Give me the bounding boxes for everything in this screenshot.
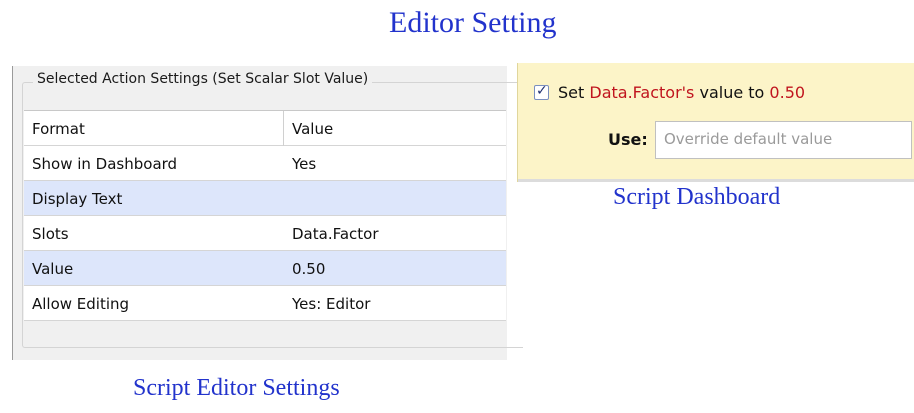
value-to-text: value to xyxy=(699,83,765,102)
table-row-value[interactable]: Value 0.50 xyxy=(24,251,506,286)
set-prefix: Set xyxy=(558,83,585,102)
settings-group-title: Selected Action Settings (Set Scalar Slo… xyxy=(33,71,373,87)
column-header-value[interactable]: Value xyxy=(292,120,333,138)
default-value: 0.50 xyxy=(769,83,806,102)
set-value-checkbox[interactable]: ✓ xyxy=(534,83,549,100)
editor-setting-caption: Editor Setting xyxy=(389,6,557,39)
script-dashboard-panel: ✓ Set Data.Factor's value to 0.50 Use: O… xyxy=(517,63,914,182)
row-value[interactable]: Yes: Editor xyxy=(292,295,370,313)
row-value[interactable]: 0.50 xyxy=(292,260,325,278)
row-format-label: Display Text xyxy=(32,190,123,208)
column-separator xyxy=(283,111,284,146)
table-header-row: Format Value xyxy=(24,111,506,146)
table-row-show-in-dashboard[interactable]: Show in Dashboard Yes xyxy=(24,146,506,181)
table-row-slots[interactable]: Slots Data.Factor xyxy=(24,216,506,251)
column-header-format[interactable]: Format xyxy=(32,120,85,138)
row-format-label: Allow Editing xyxy=(32,295,130,313)
table-row-allow-editing[interactable]: Allow Editing Yes: Editor xyxy=(24,286,506,321)
row-value[interactable]: Yes xyxy=(292,155,316,173)
table-row-display-text[interactable]: Display Text xyxy=(24,181,506,216)
row-value[interactable]: Data.Factor xyxy=(292,225,379,243)
set-value-text: Set Data.Factor's value to 0.50 xyxy=(558,83,805,102)
row-format-label: Slots xyxy=(32,225,69,243)
script-editor-settings-caption: Script Editor Settings xyxy=(133,375,340,401)
row-format-label: Value xyxy=(32,260,74,278)
override-value-input[interactable]: Override default value xyxy=(655,121,912,159)
script-dashboard-caption: Script Dashboard xyxy=(613,184,781,210)
settings-table: Format Value Show in Dashboard Yes Displ… xyxy=(24,110,506,321)
use-label: Use: xyxy=(608,130,648,149)
row-format-label: Show in Dashboard xyxy=(32,155,178,173)
checkmark-icon: ✓ xyxy=(536,83,548,99)
dashboard-bottom-border xyxy=(518,179,914,182)
slot-name: Data.Factor's xyxy=(589,83,695,102)
